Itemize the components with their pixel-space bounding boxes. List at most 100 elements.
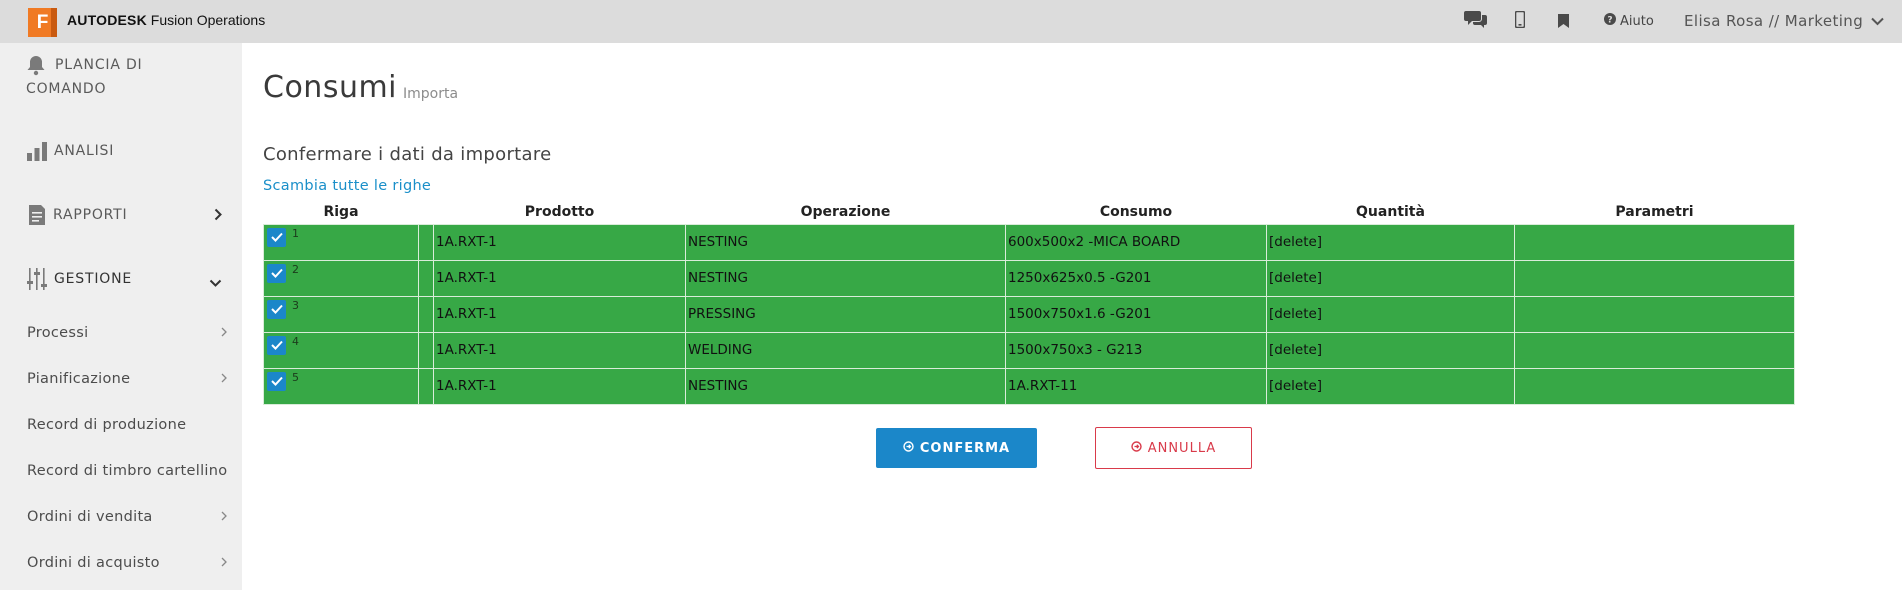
cell-quantita: [delete]	[1266, 223, 1515, 261]
sidebar-sub-label: Ordini di vendita	[27, 509, 153, 525]
cell-parametri	[1514, 259, 1795, 297]
cell-parametri	[1514, 295, 1795, 333]
row-checkbox[interactable]	[267, 263, 286, 283]
sidebar-sub-record-produzione[interactable]: Record di produzione	[27, 417, 227, 433]
cell-riga: 5	[263, 367, 419, 405]
sidebar-item-gestione[interactable]: GESTIONE	[26, 267, 222, 295]
row-checkbox[interactable]	[267, 299, 286, 319]
checkmark-icon	[270, 340, 283, 350]
col-header-blank	[419, 200, 434, 224]
sidebar-item-rapporti[interactable]: RAPPORTI	[26, 203, 222, 230]
cell-blank	[418, 367, 434, 405]
bookmark-icon[interactable]	[1558, 13, 1569, 32]
cell-parametri	[1514, 223, 1795, 261]
table-row[interactable]: 2 1A.RXT-1 NESTING 1250x625x0.5 -G201 [delet…	[263, 259, 1795, 297]
chat-icon[interactable]	[1464, 9, 1488, 33]
row-number: 2	[292, 262, 299, 276]
cell-consumo: 1A.RXT-11	[1005, 367, 1267, 405]
page-subtitle: Importa	[403, 86, 459, 102]
sidebar-sub-ordini-acquisto[interactable]: Ordini di acquisto	[27, 555, 227, 571]
sidebar-item-label: PLANCIA DI	[55, 57, 143, 73]
cell-blank	[418, 223, 434, 261]
sidebar-item-plancia[interactable]	[26, 53, 46, 80]
sidebar: PLANCIA DI COMANDO ANALISI RAPPORTI GEST…	[0, 43, 242, 590]
chevron-down-icon	[209, 275, 222, 291]
row-number: 3	[292, 298, 299, 312]
brand-bold: AUTODESK	[67, 12, 147, 28]
table-row[interactable]: 4 1A.RXT-1 WELDING 1500x750x3 - G213 [delete…	[263, 331, 1795, 369]
confirm-label: CONFERMA	[919, 440, 1011, 456]
bar-chart-icon	[26, 140, 48, 166]
cell-riga: 1	[263, 223, 419, 261]
help-link[interactable]: ? Aiuto	[1604, 13, 1654, 29]
table-row[interactable]: 3 1A.RXT-1 PRESSING 1500x750x1.6 -G201 [dele…	[263, 295, 1795, 333]
question-circle-icon: ?	[1604, 13, 1616, 29]
cancel-label: ANNULLA	[1147, 440, 1217, 456]
user-menu[interactable]: Elisa Rosa // Marketing	[1684, 12, 1884, 30]
chevron-right-icon	[214, 208, 222, 225]
row-checkbox[interactable]	[267, 227, 286, 247]
checkmark-icon	[270, 232, 283, 242]
cell-operazione: NESTING	[685, 223, 1006, 261]
row-checkbox[interactable]	[267, 371, 286, 391]
col-header-parametri: Parametri	[1615, 203, 1694, 220]
table-row[interactable]: 5 1A.RXT-1 NESTING 1A.RXT-11 [delete]	[263, 367, 1795, 405]
cell-prodotto: 1A.RXT-1	[433, 367, 686, 405]
sidebar-sub-processi[interactable]: Processi	[27, 325, 227, 341]
import-table: Riga Prodotto Operazione Consumo Quantit…	[263, 200, 1795, 405]
cell-quantita: [delete]	[1266, 295, 1515, 333]
row-checkbox[interactable]	[267, 335, 286, 355]
chevron-down-icon	[1871, 12, 1884, 30]
sidebar-sub-ordini-vendita[interactable]: Ordini di vendita	[27, 509, 227, 525]
chevron-right-icon	[221, 326, 227, 340]
top-bar: F AUTODESK Fusion Operations ? Aiuto Eli…	[0, 0, 1902, 43]
sidebar-item-label: ANALISI	[54, 143, 115, 159]
sidebar-label-plancia-2[interactable]: COMANDO	[26, 77, 106, 101]
cancel-button[interactable]: ANNULLA	[1095, 427, 1252, 469]
confirm-button[interactable]: CONFERMA	[876, 428, 1037, 468]
fusion-logo[interactable]: F	[28, 8, 57, 37]
cell-parametri	[1514, 367, 1795, 405]
sidebar-sub-record-timbro[interactable]: Record di timbro cartellino	[27, 463, 242, 479]
table-header-row: Riga Prodotto Operazione Consumo Quantit…	[264, 200, 1795, 224]
page-title: Consumi	[263, 70, 398, 105]
cell-prodotto: 1A.RXT-1	[433, 259, 686, 297]
col-header-consumo: Consumo	[1099, 203, 1173, 220]
cell-blank	[418, 259, 434, 297]
chevron-right-icon	[221, 372, 227, 386]
cell-quantita: [delete]	[1266, 259, 1515, 297]
section-title: Confermare i dati da importare	[263, 144, 552, 165]
arrow-circle-icon	[903, 440, 914, 456]
help-label: Aiuto	[1620, 13, 1654, 29]
sidebar-sub-pianificazione[interactable]: Pianificazione	[27, 371, 227, 387]
sidebar-sub-label: Record di timbro cartellino	[27, 463, 228, 479]
sidebar-sub-label: Ordini di acquisto	[27, 555, 160, 571]
sidebar-sub-label: Processi	[27, 325, 89, 341]
cell-quantita: [delete]	[1266, 367, 1515, 405]
cell-consumo: 1500x750x1.6 -G201	[1005, 295, 1267, 333]
cell-blank	[418, 295, 434, 333]
checkmark-icon	[270, 376, 283, 386]
sidebar-sub-label: Record di produzione	[27, 417, 187, 433]
col-header-quantita: Quantità	[1356, 203, 1425, 220]
table-row[interactable]: 1 1A.RXT-1 NESTING 600x500x2 -MICA BOARD [de…	[263, 223, 1795, 261]
mobile-icon[interactable]	[1514, 10, 1526, 32]
swap-all-rows-link[interactable]: Scambia tutte le righe	[263, 178, 431, 194]
cell-prodotto: 1A.RXT-1	[433, 295, 686, 333]
col-header-operazione: Operazione	[800, 203, 891, 220]
cell-quantita: [delete]	[1266, 331, 1515, 369]
row-number: 1	[292, 226, 299, 240]
cell-prodotto: 1A.RXT-1	[433, 223, 686, 261]
sidebar-item-analisi[interactable]: ANALISI	[26, 139, 114, 166]
user-label: Elisa Rosa // Marketing	[1684, 12, 1864, 30]
cell-blank	[418, 331, 434, 369]
row-number: 4	[292, 334, 299, 348]
brand-product: Fusion Operations	[150, 12, 266, 28]
cell-operazione: NESTING	[685, 367, 1006, 405]
cell-prodotto: 1A.RXT-1	[433, 331, 686, 369]
cell-riga: 4	[263, 331, 419, 369]
sidebar-label-plancia[interactable]: PLANCIA DI	[55, 53, 142, 77]
chevron-right-icon	[221, 556, 227, 570]
checkmark-icon	[270, 268, 283, 278]
cell-consumo: 1250x625x0.5 -G201	[1005, 259, 1267, 297]
